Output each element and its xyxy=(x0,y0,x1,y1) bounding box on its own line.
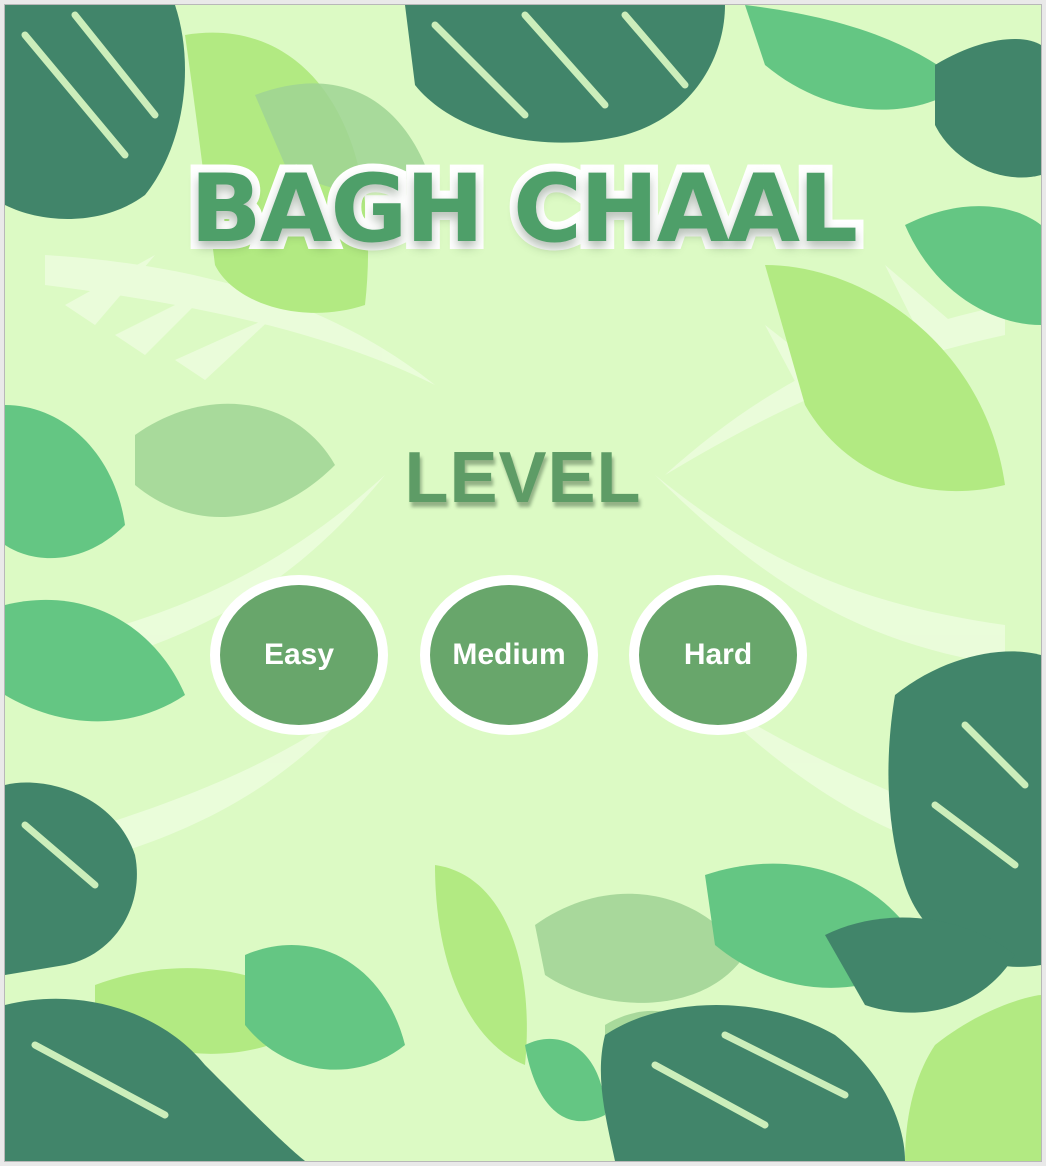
easy-level-button[interactable]: Easy xyxy=(210,575,388,735)
game-screen: BAGH CHAAL LEVEL Easy Medium Hard xyxy=(4,4,1042,1162)
hard-level-button[interactable]: Hard xyxy=(629,575,807,735)
medium-level-button[interactable]: Medium xyxy=(420,575,598,735)
hard-level-label: Hard xyxy=(683,638,753,671)
level-heading: LEVEL xyxy=(404,438,642,518)
medium-level-label: Medium xyxy=(452,638,566,671)
game-title: BAGH CHAAL xyxy=(182,147,866,272)
easy-level-label: Easy xyxy=(263,638,335,671)
